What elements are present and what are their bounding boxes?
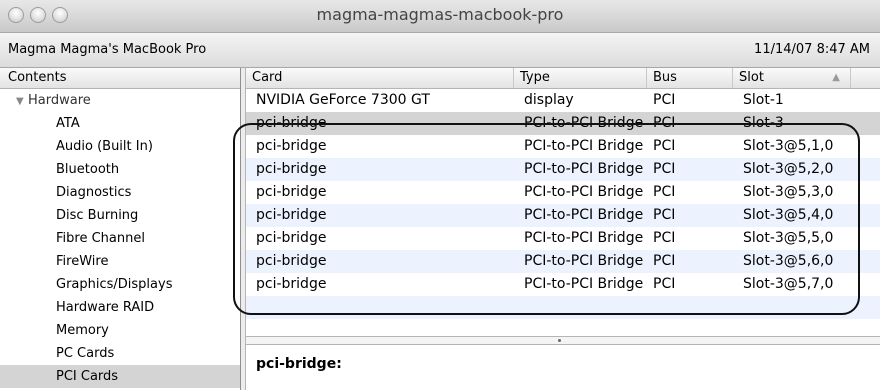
sidebar-item-diagnostics[interactable]: Diagnostics — [0, 181, 240, 204]
sidebar-item-pc-cards[interactable]: PC Cards — [0, 342, 240, 365]
table-row[interactable]: pci-bridge PCI-to-PCI Bridge PCI Slot-3@… — [246, 273, 880, 296]
pane-splitter[interactable] — [246, 336, 880, 345]
cell-type: PCI-to-PCI Bridge — [524, 207, 644, 223]
sidebar-item-firewire[interactable]: FireWire — [0, 250, 240, 273]
sort-ascending-icon: ▲ — [832, 72, 840, 83]
cell-type: PCI-to-PCI Bridge — [524, 161, 644, 177]
machine-name: Magma Magma's MacBook Pro — [8, 42, 207, 57]
sidebar-section-hardware[interactable]: ▼ Hardware — [0, 89, 240, 112]
table-row[interactable]: pci-bridge PCI-to-PCI Bridge PCI Slot-3@… — [246, 181, 880, 204]
column-header-slot-label: Slot — [739, 70, 764, 85]
sidebar-item-memory[interactable]: Memory — [0, 319, 240, 342]
cell-card: pci-bridge — [256, 253, 327, 269]
sidebar-item-disc-burning[interactable]: Disc Burning — [0, 204, 240, 227]
table-row[interactable]: pci-bridge PCI-to-PCI Bridge PCI Slot-3@… — [246, 227, 880, 250]
cell-slot: Slot-3@5,5,0 — [743, 230, 834, 246]
sidebar-item-bluetooth[interactable]: Bluetooth — [0, 158, 240, 181]
cell-type: PCI-to-PCI Bridge — [524, 253, 644, 269]
cell-type: PCI-to-PCI Bridge — [524, 138, 644, 154]
table-body: NVIDIA GeForce 7300 GT display PCI Slot-… — [246, 89, 880, 319]
column-header-type[interactable]: Type — [514, 68, 647, 88]
cell-bus: PCI — [653, 161, 676, 177]
report-datetime: 11/14/07 8:47 AM — [754, 42, 870, 57]
cell-card: pci-bridge — [256, 161, 327, 177]
cell-type: display — [524, 92, 574, 108]
cell-bus: PCI — [653, 115, 676, 131]
table-row[interactable]: NVIDIA GeForce 7300 GT display PCI Slot-… — [246, 89, 880, 112]
cell-slot: Slot-3@5,6,0 — [743, 253, 834, 269]
cell-bus: PCI — [653, 276, 676, 292]
empty-row — [246, 296, 880, 319]
sidebar-item-graphics-displays[interactable]: Graphics/Displays — [0, 273, 240, 296]
cell-type: PCI-to-PCI Bridge — [524, 276, 644, 292]
cell-slot: Slot-3@5,7,0 — [743, 276, 834, 292]
cell-slot: Slot-3@5,1,0 — [743, 138, 834, 154]
cell-card: pci-bridge — [256, 115, 327, 131]
contents-sidebar[interactable]: Contents ▼ Hardware ATA Audio (Built In) … — [0, 68, 241, 390]
pci-cards-table[interactable]: Card Type Bus Slot ▲ NVIDIA GeForce 7300… — [245, 68, 880, 390]
cell-card: NVIDIA GeForce 7300 GT — [256, 92, 430, 108]
cell-slot: Slot-3 — [743, 115, 784, 131]
detail-title: pci-bridge: — [256, 356, 342, 372]
cell-slot: Slot-1 — [743, 92, 784, 108]
disclosure-triangle-icon[interactable]: ▼ — [16, 90, 26, 113]
cell-type: PCI-to-PCI Bridge — [524, 184, 644, 200]
column-header-slot[interactable]: Slot ▲ — [733, 68, 851, 88]
column-header-card[interactable]: Card — [246, 68, 514, 88]
cell-slot: Slot-3@5,3,0 — [743, 184, 834, 200]
cell-type: PCI-to-PCI Bridge — [524, 230, 644, 246]
cell-type: PCI-to-PCI Bridge — [524, 115, 644, 131]
table-row[interactable]: pci-bridge PCI-to-PCI Bridge PCI Slot-3@… — [246, 135, 880, 158]
cell-bus: PCI — [653, 207, 676, 223]
table-row[interactable]: pci-bridge PCI-to-PCI Bridge PCI Slot-3@… — [246, 250, 880, 273]
cell-slot: Slot-3@5,4,0 — [743, 207, 834, 223]
cell-card: pci-bridge — [256, 138, 327, 154]
cell-bus: PCI — [653, 253, 676, 269]
system-profiler-window: magma-magmas-macbook-pro Magma Magma's M… — [0, 0, 880, 390]
cell-slot: Slot-3@5,2,0 — [743, 161, 834, 177]
table-row[interactable]: pci-bridge PCI-to-PCI Bridge PCI Slot-3 — [246, 112, 880, 135]
sidebar-item-audio[interactable]: Audio (Built In) — [0, 135, 240, 158]
splitter-handle-icon — [558, 339, 561, 342]
table-row[interactable]: pci-bridge PCI-to-PCI Bridge PCI Slot-3@… — [246, 204, 880, 227]
detail-pane: pci-bridge: — [246, 345, 880, 390]
window-title: magma-magmas-macbook-pro — [316, 5, 564, 24]
cell-bus: PCI — [653, 230, 676, 246]
contents-header[interactable]: Contents — [0, 68, 240, 89]
cell-card: pci-bridge — [256, 230, 327, 246]
table-row[interactable]: pci-bridge PCI-to-PCI Bridge PCI Slot-3@… — [246, 158, 880, 181]
cell-bus: PCI — [653, 138, 676, 154]
cell-card: pci-bridge — [256, 184, 327, 200]
table-header: Card Type Bus Slot ▲ — [246, 68, 880, 89]
cell-card: pci-bridge — [256, 276, 327, 292]
column-header-bus[interactable]: Bus — [647, 68, 733, 88]
cell-bus: PCI — [653, 184, 676, 200]
sidebar-item-fibre-channel[interactable]: Fibre Channel — [0, 227, 240, 250]
sidebar-item-ata[interactable]: ATA — [0, 112, 240, 135]
info-bar: Magma Magma's MacBook Pro 11/14/07 8:47 … — [0, 33, 880, 68]
title-bar[interactable]: magma-magmas-macbook-pro — [0, 0, 880, 33]
sidebar-item-pci-cards[interactable]: PCI Cards — [0, 365, 240, 388]
cell-card: pci-bridge — [256, 207, 327, 223]
sidebar-item-hardware-raid[interactable]: Hardware RAID — [0, 296, 240, 319]
cell-bus: PCI — [653, 92, 676, 108]
sidebar-section-label: Hardware — [28, 93, 91, 108]
